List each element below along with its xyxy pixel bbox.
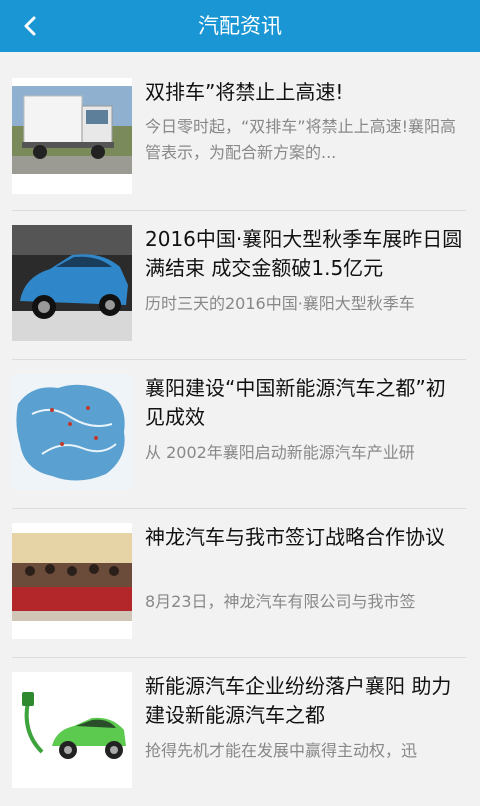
news-title: 2016中国·襄阳大型秋季车展昨日圆满结束 成交金额破1.5亿元	[145, 227, 463, 280]
news-item[interactable]: 神龙汽车与我市签订战略合作协议 8月23日，神龙汽车有限公司与我市签	[12, 509, 466, 658]
news-item[interactable]: 双排车”将禁止上高速! 今日零时起，“双排车”将禁止上高速!襄阳高管表示，为配合…	[12, 64, 466, 211]
news-title: 新能源汽车企业纷纷落户襄阳 助力建设新能源汽车之都	[145, 674, 452, 727]
news-thumbnail	[12, 523, 132, 639]
signing-ceremony-photo	[12, 523, 132, 639]
news-list: 双排车”将禁止上高速! 今日零时起，“双排车”将禁止上高速!襄阳高管表示，为配合…	[12, 64, 466, 806]
news-thumbnail	[12, 374, 132, 490]
green-electric-car-photo	[12, 672, 132, 788]
news-title: 襄阳建设“中国新能源汽车之都”初见成效	[145, 376, 446, 429]
news-item[interactable]: 襄阳建设“中国新能源汽车之都”初见成效 从 2002年襄阳启动新能源汽车产业研	[12, 360, 466, 509]
news-summary: 历时三天的2016中国·襄阳大型秋季车	[145, 294, 415, 313]
news-summary: 8月23日，神龙汽车有限公司与我市签	[145, 592, 416, 611]
news-thumbnail	[12, 225, 132, 341]
blue-car-photo	[12, 225, 132, 341]
news-item[interactable]: 2016中国·襄阳大型秋季车展昨日圆满结束 成交金额破1.5亿元 历时三天的20…	[12, 211, 466, 360]
news-item[interactable]: 新能源汽车企业纷纷落户襄阳 助力建设新能源汽车之都 抢得先机才能在发展中赢得主动…	[12, 658, 466, 806]
news-summary: 抢得先机才能在发展中赢得主动权，迅	[145, 741, 418, 760]
page-title: 汽配资讯	[198, 14, 282, 38]
map-photo	[12, 374, 132, 490]
news-thumbnail	[12, 78, 132, 194]
news-title: 双排车”将禁止上高速!	[145, 80, 344, 104]
app-header: 汽配资讯	[0, 0, 480, 52]
news-summary: 今日零时起，“双排车”将禁止上高速!襄阳高管表示，为配合新方案的...	[145, 117, 456, 162]
news-summary: 从 2002年襄阳启动新能源汽车产业研	[145, 443, 415, 462]
news-thumbnail	[12, 672, 132, 788]
news-title: 神龙汽车与我市签订战略合作协议	[145, 525, 445, 549]
truck-photo	[12, 78, 132, 194]
